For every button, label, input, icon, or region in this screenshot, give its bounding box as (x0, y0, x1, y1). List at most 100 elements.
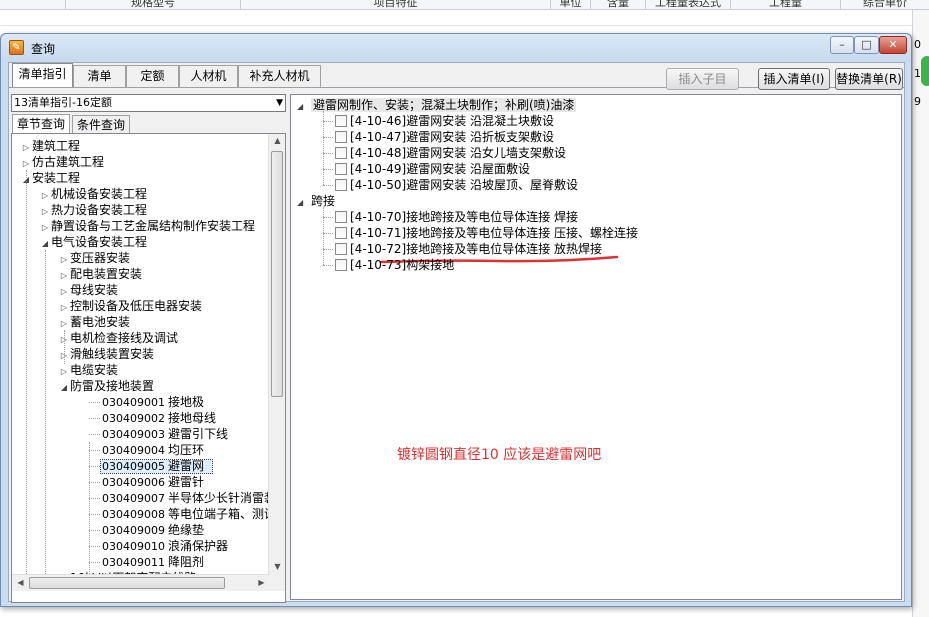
tree-horizontal-scrollbar[interactable]: ◀ ▶ (12, 574, 270, 591)
tree-leaf-item[interactable]: 030409007半导体少长针消雷装置 (102, 490, 270, 506)
tree-leaf-item[interactable]: 030409001 接地极 (102, 394, 204, 410)
tree-node[interactable]: ◢ 安装工程 (20, 170, 80, 186)
quota-item-label: [4-10-49]避雷网安装 沿屋面敷设 (350, 162, 531, 176)
tree-leaf-item[interactable]: 030409010 浪涌保护器 (102, 538, 228, 554)
tree-leaf-item[interactable]: 030409008等电位端子箱、测试板 (102, 506, 270, 522)
guide-select[interactable]: 13清单指引-16定额 ▼ (11, 94, 286, 112)
tree-connector (323, 137, 333, 138)
tree-node[interactable]: ▷ 热力设备安装工程 (39, 202, 147, 218)
quota-group-header[interactable]: ◢ 跨接 (297, 193, 335, 209)
quota-list-item[interactable]: [4-10-50]避雷网安装 沿坡屋顶、屋脊敷设 (335, 177, 578, 193)
tree-node[interactable]: ▷ 机械设备安装工程 (39, 186, 147, 202)
tree-connector (323, 249, 333, 250)
quota-list-item[interactable]: [4-10-72]接地跨接及等电位导体连接 放热焊接 (335, 241, 602, 257)
quota-list-item[interactable]: [4-10-46]避雷网安装 沿混凝土块敷设 (335, 113, 554, 129)
chapter-tree: ▷ 建筑工程 ▷ 仿古建筑工程 ◢ 安装工程 ▷ 机械设备安装工程 ▷ 热力设备安装工程 ▷ 静置设备… (11, 133, 286, 603)
tree-connector (89, 562, 100, 563)
tree-leaf-item[interactable]: 030409004 均压环 (102, 442, 204, 458)
tree-leaf-item[interactable]: 030409003 避雷引下线 (102, 426, 228, 442)
tree-leaf-item[interactable]: 030409011 降阻剂 (102, 554, 204, 570)
quota-list-item[interactable]: [4-10-48]避雷网安装 沿女儿墙支架敷设 (335, 145, 566, 161)
tree-node[interactable]: ◢ 防雷及接地装置 (58, 378, 154, 394)
tree-leaf-item[interactable]: 030409009 绝缘垫 (102, 522, 204, 538)
quota-list-item[interactable]: [4-10-71]接地跨接及等电位导体连接 压接、螺栓连接 (335, 225, 638, 241)
col-header-spec: 规格型号 (65, 0, 240, 10)
scroll-right-icon[interactable]: ▶ (253, 578, 270, 587)
tree-node[interactable]: ▷ 控制设备及低压电器安装 (58, 298, 202, 314)
item-checkbox[interactable] (335, 131, 347, 143)
tree-connector (89, 418, 100, 419)
tree-node[interactable]: ◢ 电气设备安装工程 (39, 234, 147, 250)
tab-list[interactable]: 清单 (73, 65, 126, 87)
quota-item-label: [4-10-73]构架接地 (350, 258, 455, 272)
tree-connector (323, 185, 333, 186)
tree-item-label: 安装工程 (32, 171, 81, 185)
tree-leaf-item[interactable]: 030409002 接地母线 (102, 410, 216, 426)
tree-node[interactable]: ▷ 母线安装 (58, 282, 118, 298)
item-checkbox[interactable] (335, 227, 347, 239)
expanded-triangle-icon[interactable]: ◢ (297, 99, 311, 115)
expanded-triangle-icon[interactable]: ◢ (297, 195, 311, 211)
scroll-up-icon[interactable]: ▲ (269, 136, 285, 145)
tree-item-code: 030409006 (102, 476, 165, 489)
quota-list-item[interactable]: [4-10-70]接地跨接及等电位导体连接 焊接 (335, 209, 578, 225)
item-checkbox[interactable] (335, 115, 347, 127)
maximize-icon[interactable]: □ (854, 36, 879, 54)
chevron-down-icon[interactable]: ▼ (276, 95, 283, 111)
tree-item-label: 避雷引下线 (168, 427, 229, 441)
tree-vertical-thumb[interactable] (271, 151, 283, 397)
tab-quota[interactable]: 定额 (126, 65, 179, 87)
replace-list-button[interactable]: 替换清单(R) (835, 68, 903, 90)
tree-connector (323, 153, 333, 154)
tree-guide (64, 330, 65, 364)
tab-condition-query[interactable]: 条件查询 (72, 115, 130, 134)
quota-group-header[interactable]: ◢ 避雷网制作、安装；混凝土块制作；补刷(喷)油漆 (297, 97, 577, 115)
minimize-icon[interactable]: – (830, 36, 854, 54)
tree-leaf-item[interactable]: 030409006 避雷针 (102, 474, 204, 490)
background-cell: 0 (914, 38, 921, 51)
scroll-left-icon[interactable]: ◀ (12, 578, 29, 587)
tree-node[interactable]: ▷ 变压器安装 (58, 250, 130, 266)
tree-connector (89, 402, 100, 403)
item-checkbox[interactable] (335, 163, 347, 175)
item-checkbox[interactable] (335, 243, 347, 255)
tree-connector (89, 450, 100, 451)
tab-supplement-materials[interactable]: 补充人材机 (238, 65, 321, 87)
tab-chapter-query[interactable]: 章节查询 (12, 114, 70, 134)
tree-item-label: 接地极 (168, 395, 205, 409)
quota-list-item[interactable]: [4-10-47]避雷网安装 沿折板支架敷设 (335, 129, 554, 145)
col-header-feature: 项目特征 (240, 0, 550, 10)
expanded-triangle-icon[interactable]: ◢ (58, 380, 70, 396)
col-header-unit-price: 综合单价 (840, 0, 929, 10)
tree-node[interactable]: ▷ 电缆安装 (58, 362, 118, 378)
quota-list-item[interactable]: [4-10-73]构架接地 (335, 257, 454, 273)
tree-item-code: 030409011 (102, 556, 165, 569)
tree-item-code: 030409004 (102, 444, 165, 457)
close-icon[interactable]: ✕ (879, 36, 907, 54)
tree-node[interactable]: ▷ 滑触线装置安装 (58, 346, 154, 362)
tab-list-guide[interactable]: 清单指引 (12, 63, 73, 87)
item-checkbox[interactable] (335, 147, 347, 159)
item-checkbox[interactable] (335, 179, 347, 191)
tree-horizontal-thumb[interactable] (29, 577, 225, 589)
tree-node[interactable]: ▷ 静置设备与工艺金属结构制作安装工程 (39, 218, 255, 234)
item-checkbox[interactable] (335, 211, 347, 223)
quota-list-item[interactable]: [4-10-49]避雷网安装 沿屋面敷设 (335, 161, 530, 177)
tree-node[interactable]: ▷ 建筑工程 (20, 138, 80, 154)
col-header-expression: 工程量表达式 (645, 0, 730, 10)
tree-node[interactable]: ▷ 仿古建筑工程 (20, 154, 104, 170)
tree-node[interactable]: ▷ 电机检查接线及调试 (58, 330, 178, 346)
tree-node[interactable]: ▷ 配电装置安装 (58, 266, 142, 282)
dialog-titlebar[interactable]: ✎ 查询 – □ ✕ (1, 34, 911, 62)
scroll-down-icon[interactable]: ▼ (269, 562, 285, 571)
insert-list-button[interactable]: 插入清单(I) (758, 68, 830, 90)
insert-child-button[interactable]: 插入子目 (666, 68, 739, 90)
tree-leaf-item[interactable]: 030409005 避雷网 (102, 458, 204, 474)
item-checkbox[interactable] (335, 259, 347, 271)
tree-node[interactable]: ▷ 蓄电池安装 (58, 314, 130, 330)
quota-item-label: [4-10-48]避雷网安装 沿女儿墙支架敷设 (350, 146, 567, 160)
query-dialog: ✎ 查询 – □ ✕ 清单指引 清单 定额 人材机 补充人材机 插入子目 插入清… (0, 33, 912, 607)
tree-vertical-scrollbar[interactable]: ▲ ▼ (268, 134, 285, 574)
background-sheet-header: 规格型号 项目特征 单位 含量 工程量表达式 工程量 综合单价 (0, 0, 929, 10)
tab-materials[interactable]: 人材机 (179, 65, 238, 87)
